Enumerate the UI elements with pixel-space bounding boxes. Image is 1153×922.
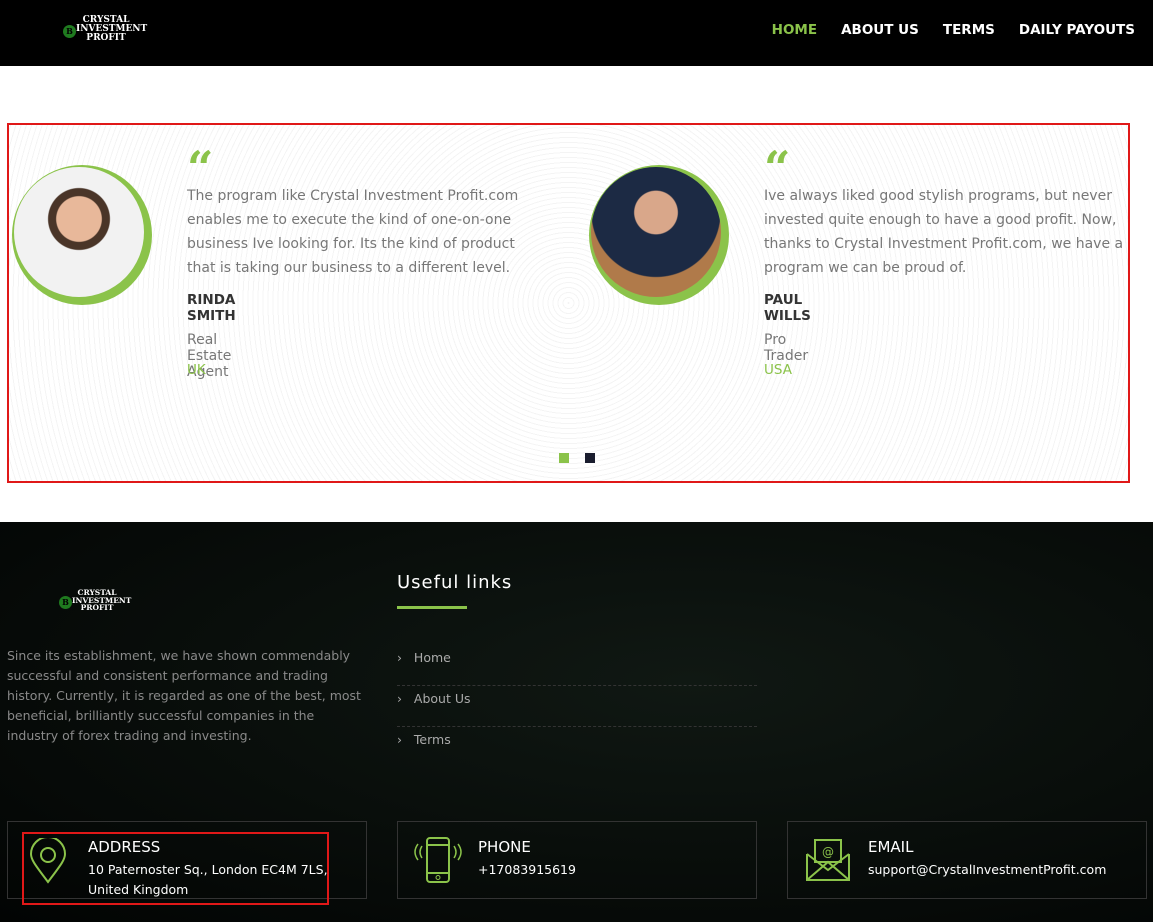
email-value[interactable]: support@CrystalInvestmentProfit.com <box>868 860 1106 880</box>
phone-value[interactable]: +17083915619 <box>478 860 576 880</box>
footer: CRYSTAL INVESTMENT PROFIT B Since its estab… <box>0 522 1153 922</box>
useful-links-title: Useful links <box>397 572 513 593</box>
testimonial-country: USA <box>764 362 792 378</box>
carousel-dot-1[interactable] <box>559 453 569 463</box>
avatar <box>12 165 152 305</box>
email-box: @ EMAIL support@CrystalInvestmentProfit.… <box>787 821 1147 899</box>
testimonial-country: UK <box>187 362 206 378</box>
logo[interactable]: CRYSTAL INVESTMENT PROFIT B <box>63 16 147 43</box>
footer-link-home[interactable]: › Home <box>397 645 757 686</box>
phone-icon <box>414 837 462 883</box>
phone-box: PHONE +17083915619 <box>397 821 757 899</box>
nav-daily-payouts[interactable]: DAILY PAYOUTS <box>1019 22 1135 38</box>
nav-about-us[interactable]: ABOUT US <box>841 22 919 38</box>
title-underline <box>397 606 467 609</box>
phone-title: PHONE <box>478 838 531 856</box>
testimonial-text: The program like Crystal Investment Prof… <box>187 188 519 276</box>
footer-link-terms[interactable]: › Terms <box>397 727 757 768</box>
testimonial-name: RINDA SMITH <box>187 292 236 324</box>
footer-link-about-us[interactable]: › About Us <box>397 686 757 727</box>
testimonial-name: PAUL WILLS <box>764 292 811 324</box>
footer-logo: CRYSTAL INVESTMENT PROFIT B <box>59 589 131 612</box>
email-title: EMAIL <box>868 838 914 856</box>
carousel-dot-2[interactable] <box>585 453 595 463</box>
testimonial-text: Ive always liked good stylish programs, … <box>764 188 1124 276</box>
email-icon: @ <box>806 839 850 881</box>
avatar <box>589 165 729 305</box>
top-nav: CRYSTAL INVESTMENT PROFIT B HOME ABOUT US T… <box>0 0 1153 66</box>
nav-terms[interactable]: TERMS <box>943 22 995 38</box>
testimonial-role: Pro Trader <box>764 332 809 364</box>
testimonials-carousel: “ The program like Crystal Investment Pr… <box>7 123 1130 483</box>
footer-about-text: Since its establishment, we have shown c… <box>7 648 361 743</box>
svg-text:@: @ <box>822 845 834 859</box>
nav-home[interactable]: HOME <box>772 22 817 38</box>
highlight-box <box>22 832 329 905</box>
